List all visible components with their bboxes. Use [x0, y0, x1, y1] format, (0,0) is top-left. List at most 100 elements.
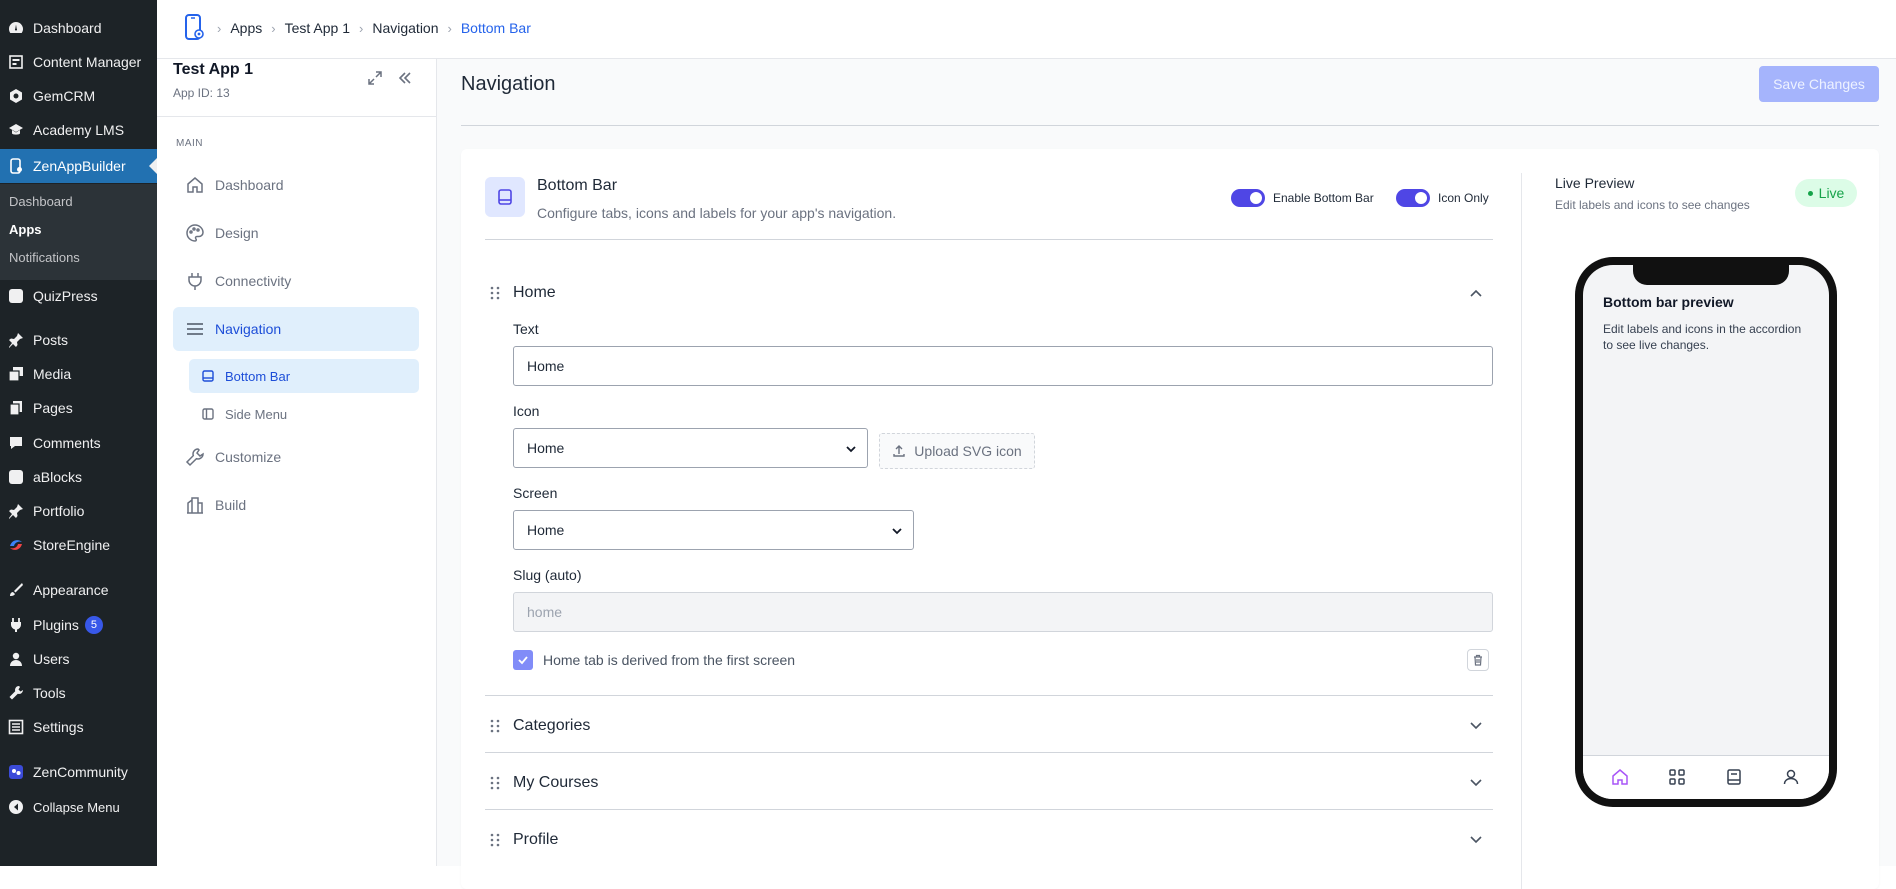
menu-icon	[185, 319, 205, 339]
wp-submenu-notifications[interactable]: Notifications	[9, 250, 80, 265]
toggle-label: Enable Bottom Bar	[1273, 191, 1374, 205]
chevron-down-icon[interactable]	[1469, 776, 1483, 790]
breadcrumb-app[interactable]: Test App 1	[285, 20, 350, 36]
wp-menu-label: Users	[33, 651, 70, 667]
accordion-title-profile[interactable]: Profile	[513, 831, 558, 849]
home-icon	[185, 175, 205, 195]
bottom-bar-icon	[485, 177, 525, 217]
drag-handle-icon[interactable]	[489, 719, 501, 733]
accordion-title-categories[interactable]: Categories	[513, 717, 590, 735]
icon-only-toggle[interactable]: Icon Only	[1396, 189, 1489, 207]
wp-menu-gemcrm[interactable]: GemCRM	[0, 81, 157, 111]
drag-handle-icon[interactable]	[489, 776, 501, 790]
breadcrumb-apps[interactable]: Apps	[230, 20, 262, 36]
wp-menu-storeengine[interactable]: StoreEngine	[0, 530, 157, 560]
nav-item-build[interactable]: Build	[173, 483, 419, 527]
phone-screen: Bottom bar preview Edit labels and icons…	[1583, 265, 1829, 799]
divider	[485, 695, 1493, 696]
wp-menu-appearance[interactable]: Appearance	[0, 575, 157, 605]
collapse-sidebar-icon[interactable]	[396, 69, 414, 87]
breadcrumb-current: Bottom Bar	[460, 20, 531, 36]
accordion-title-home[interactable]: Home	[513, 284, 556, 302]
wp-menu-media[interactable]: Media	[0, 359, 157, 389]
top-bar: › Apps › Test App 1 › Navigation › Botto…	[157, 0, 1896, 59]
plugins-update-badge: 5	[84, 616, 103, 634]
screen-select[interactable]: Home	[513, 510, 914, 550]
wrench-icon	[185, 447, 205, 467]
home-derived-checkbox[interactable]	[513, 650, 533, 670]
text-field-label: Text	[513, 321, 539, 337]
wp-menu-quizpress[interactable]: QuizPress	[0, 281, 157, 311]
wp-menu-tools[interactable]: Tools	[0, 678, 157, 708]
breadcrumb-navigation[interactable]: Navigation	[372, 20, 438, 36]
wp-menu-label: Academy LMS	[33, 122, 125, 138]
storeengine-icon	[6, 535, 26, 555]
wp-menu-label: Pages	[33, 400, 73, 416]
card-title: Bottom Bar	[537, 177, 618, 194]
nav-item-dashboard[interactable]: Dashboard	[173, 163, 419, 207]
sub-item-bottom-bar[interactable]: Bottom Bar	[189, 359, 419, 393]
wp-menu-academy-lms[interactable]: Academy LMS	[0, 115, 157, 145]
delete-tab-button[interactable]	[1467, 649, 1489, 671]
ablocks-icon	[6, 467, 26, 487]
phone-preview-text: Edit labels and icons in the accordion t…	[1603, 322, 1802, 352]
wp-submenu-apps[interactable]: Apps	[9, 222, 42, 237]
wp-menu-portfolio[interactable]: Portfolio	[0, 496, 157, 526]
text-input[interactable]: Home	[513, 346, 1493, 386]
nav-label: Customize	[215, 449, 282, 465]
wp-menu-settings[interactable]: Settings	[0, 712, 157, 742]
academy-lms-icon	[6, 120, 26, 140]
toggle-switch[interactable]	[1396, 189, 1430, 207]
wp-submenu-dashboard[interactable]: Dashboard	[9, 194, 73, 209]
upload-svg-icon-button[interactable]: Upload SVG icon	[879, 433, 1035, 469]
book-icon[interactable]	[1725, 768, 1743, 786]
chevron-down-icon[interactable]	[1469, 719, 1483, 733]
live-badge: Live	[1795, 179, 1857, 207]
wp-menu-label: Plugins	[33, 617, 79, 633]
drag-handle-icon[interactable]	[489, 286, 501, 300]
settings-icon	[6, 717, 26, 737]
wp-menu-label: Content Manager	[33, 54, 142, 70]
wp-menu-content-manager[interactable]: Content Manager	[0, 47, 157, 77]
posts-icon	[6, 330, 26, 350]
chevron-up-icon[interactable]	[1469, 286, 1483, 300]
save-changes-button[interactable]: Save Changes	[1759, 66, 1879, 102]
upload-label: Upload SVG icon	[914, 443, 1022, 459]
wp-menu-pages[interactable]: Pages	[0, 393, 157, 423]
wp-menu-users[interactable]: Users	[0, 644, 157, 674]
grid-icon[interactable]	[1668, 768, 1686, 786]
wp-menu-comments[interactable]: Comments	[0, 428, 157, 458]
wp-menu-ablocks[interactable]: aBlocks	[0, 462, 157, 492]
expand-icon[interactable]	[366, 69, 384, 87]
nav-label: Design	[215, 225, 259, 241]
dashboard-icon	[6, 18, 26, 38]
chevron-down-icon[interactable]	[1469, 833, 1483, 847]
icon-select[interactable]: Home	[513, 428, 868, 468]
live-preview-description: Edit labels and icons to see changes	[1555, 198, 1750, 212]
card-description: Configure tabs, icons and labels for you…	[537, 205, 897, 221]
wp-menu-zenappbuilder[interactable]: ZenAppBuilder	[0, 149, 157, 183]
check-icon	[518, 656, 528, 665]
wp-menu-posts[interactable]: Posts	[0, 325, 157, 355]
user-icon[interactable]	[1782, 768, 1800, 786]
wp-menu-plugins[interactable]: Plugins 5	[0, 610, 157, 640]
page-title: Navigation	[461, 73, 556, 95]
nav-item-design[interactable]: Design	[173, 211, 419, 255]
nav-item-customize[interactable]: Customize	[173, 435, 419, 479]
app-builder-logo-icon	[183, 14, 205, 42]
drag-handle-icon[interactable]	[489, 833, 501, 847]
wp-menu-zencommunity[interactable]: ZenCommunity	[0, 757, 157, 787]
nav-item-navigation[interactable]: Navigation	[173, 307, 419, 351]
icon-select-value: Home	[527, 440, 565, 456]
toggle-switch[interactable]	[1231, 189, 1265, 207]
accordion-title-my-courses[interactable]: My Courses	[513, 774, 598, 792]
tools-icon	[6, 683, 26, 703]
wp-menu-collapse[interactable]: Collapse Menu	[0, 792, 157, 822]
sub-item-side-menu[interactable]: Side Menu	[189, 397, 419, 431]
home-icon[interactable]	[1611, 768, 1629, 786]
screen-select-value: Home	[527, 522, 565, 538]
enable-bottom-bar-toggle[interactable]: Enable Bottom Bar	[1231, 189, 1374, 207]
nav-item-connectivity[interactable]: Connectivity	[173, 259, 419, 303]
live-dot-icon	[1807, 190, 1813, 196]
wp-menu-dashboard[interactable]: Dashboard	[0, 13, 157, 43]
